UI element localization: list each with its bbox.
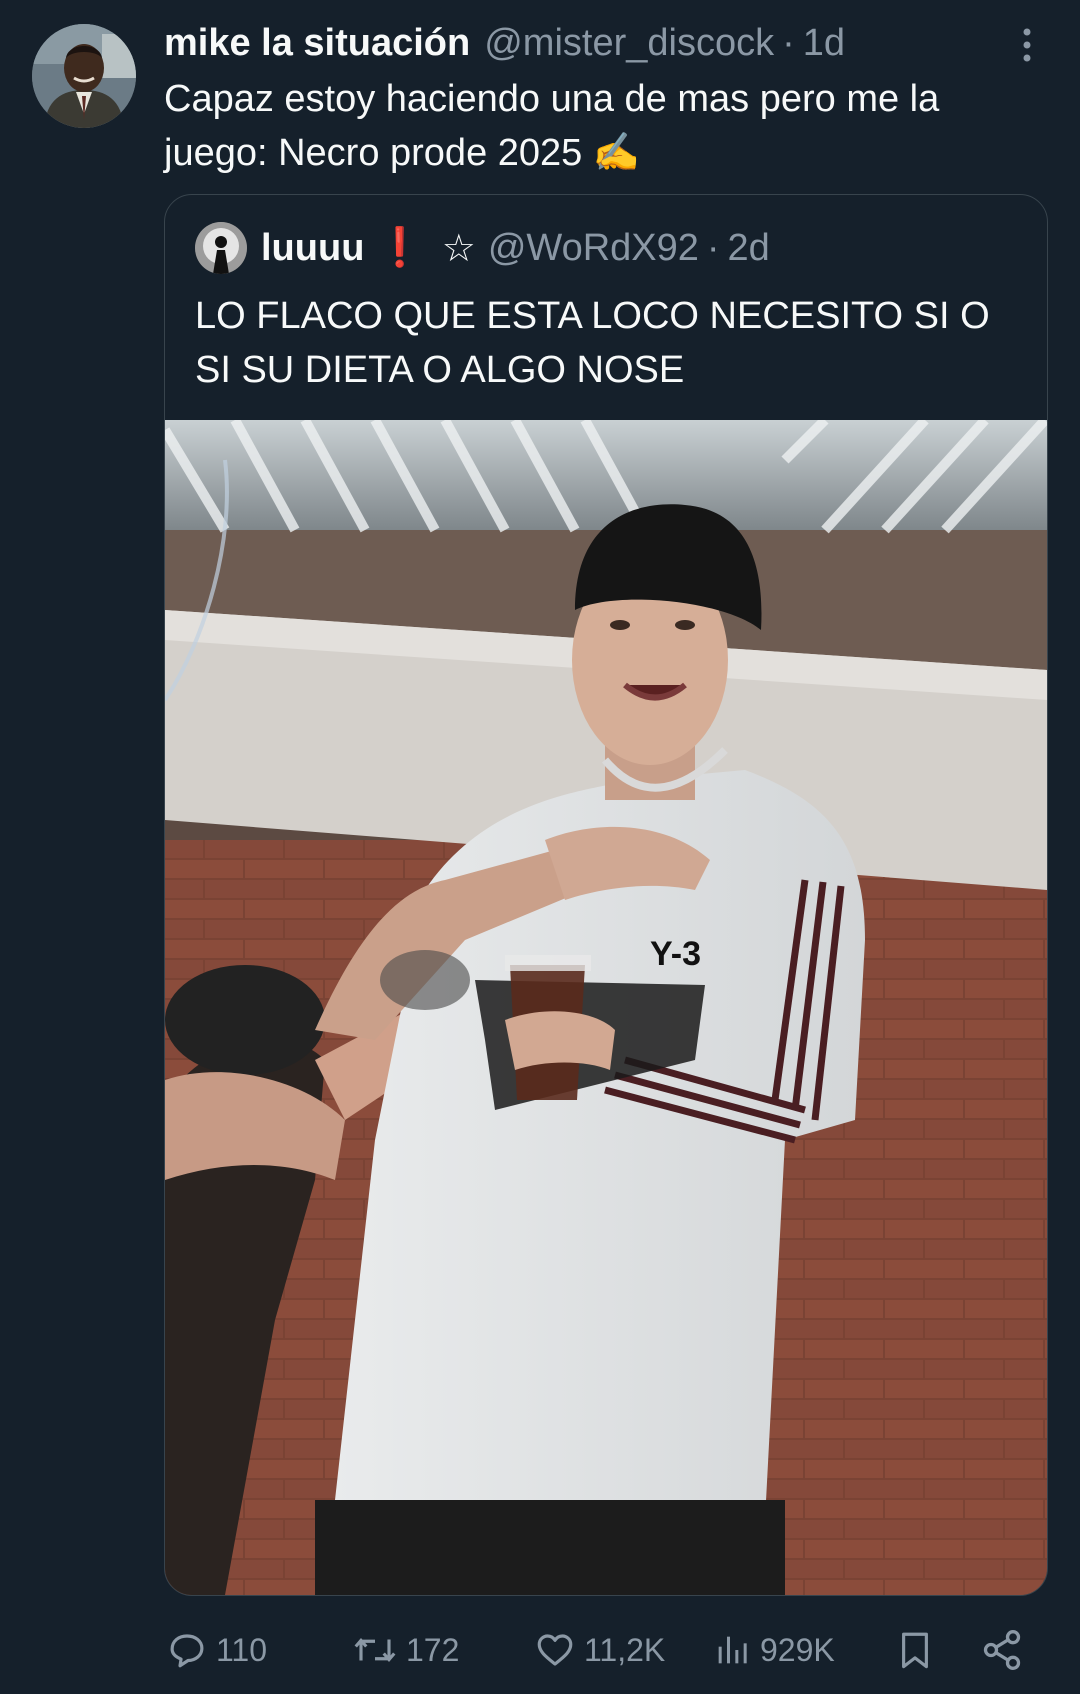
like-count: 11,2K bbox=[584, 1631, 666, 1668]
star-icon: ☆ bbox=[441, 227, 476, 270]
quote-header: luuuu ❗ ☆ @WoRdX92 · 2d bbox=[195, 222, 770, 274]
like-button[interactable]: 11,2K bbox=[534, 1628, 665, 1672]
repost-icon bbox=[354, 1637, 396, 1663]
separator-dot: · bbox=[782, 21, 795, 64]
tweet-time[interactable]: 1d bbox=[803, 22, 845, 65]
more-options-button[interactable] bbox=[1010, 22, 1044, 68]
bookmark-button[interactable] bbox=[894, 1628, 936, 1672]
shirt-logo: Y-3 bbox=[650, 935, 701, 973]
heart-icon bbox=[537, 1634, 573, 1666]
exclamation-icon: ❗ bbox=[376, 227, 424, 269]
quote-separator-dot: · bbox=[706, 226, 720, 269]
repost-count: 172 bbox=[406, 1631, 460, 1668]
bookmark-icon bbox=[902, 1632, 928, 1669]
tweet-header: mike la situación @mister_discock · 1d bbox=[164, 20, 845, 66]
views-button[interactable]: 929K bbox=[712, 1628, 835, 1672]
quote-author-handle[interactable]: @WoRdX92 bbox=[488, 227, 699, 270]
quoted-tweet-card[interactable]: luuuu ❗ ☆ @WoRdX92 · 2d LO FLACO QUE EST… bbox=[164, 194, 1048, 1596]
share-icon bbox=[983, 1630, 1021, 1670]
quote-text: LO FLACO QUE ESTA LOCO NECESITO SI O SI … bbox=[195, 295, 990, 391]
quote-media-image[interactable]: Y-3 bbox=[165, 420, 1047, 1595]
repost-button[interactable]: 172 bbox=[352, 1628, 459, 1672]
author-avatar[interactable] bbox=[32, 24, 136, 128]
tweet: mike la situación @mister_discock · 1d C… bbox=[0, 0, 1080, 1694]
share-button[interactable] bbox=[980, 1628, 1024, 1672]
reply-icon bbox=[170, 1634, 204, 1668]
author-handle[interactable]: @mister_discock bbox=[484, 22, 774, 65]
more-vertical-icon bbox=[1023, 28, 1031, 62]
author-name[interactable]: mike la situación bbox=[164, 22, 470, 65]
view-count: 929K bbox=[760, 1631, 835, 1668]
tweet-text: Capaz estoy haciendo una de mas pero me … bbox=[164, 78, 940, 174]
quote-author-name[interactable]: luuuu bbox=[261, 227, 364, 270]
reply-count: 110 bbox=[216, 1631, 268, 1668]
analytics-icon bbox=[718, 1636, 747, 1664]
quote-author-avatar[interactable] bbox=[195, 222, 247, 274]
reply-button[interactable]: 110 bbox=[166, 1628, 267, 1672]
quote-time[interactable]: 2d bbox=[728, 227, 770, 270]
action-bar: 110 172 11,2K 929K bbox=[164, 1618, 1044, 1682]
